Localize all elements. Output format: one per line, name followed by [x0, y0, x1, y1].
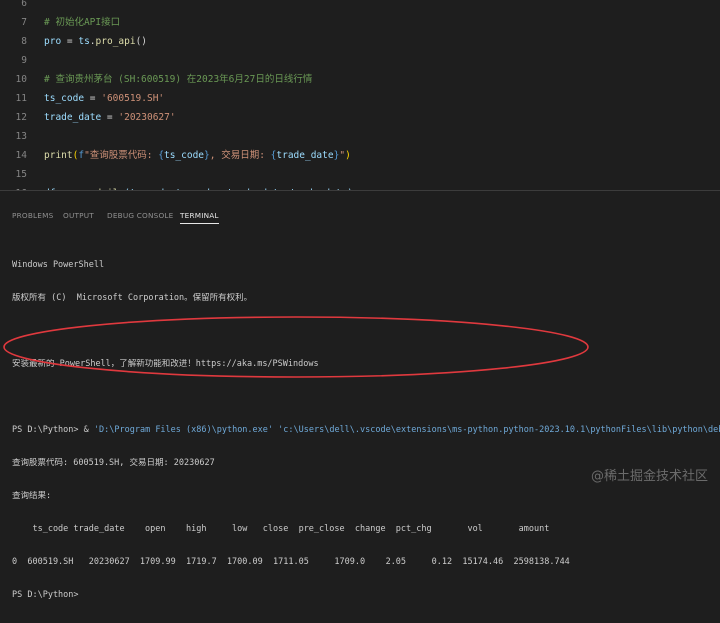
code-token: ts [78, 36, 90, 47]
command-operator: & [83, 425, 94, 435]
code-line[interactable]: 8 pro = ts.pro_api() [0, 32, 720, 51]
code-line[interactable]: 15 [0, 165, 720, 184]
code-line[interactable]: 14 print(f"查询股票代码: {ts_code}, 交易日期: {trad… [0, 146, 720, 165]
code-token: # 查询贵州茅台 (SH:600519) 在2023年6月27日的日线行情 [44, 74, 313, 85]
code-token: pro_api [95, 36, 136, 47]
code-token: trade_date [44, 112, 102, 123]
line-number: 11 [15, 93, 27, 104]
result-table-row: 0 600519.SH 20230627 1709.99 1719.7 1700… [12, 557, 570, 567]
code-line[interactable]: 13 [0, 127, 720, 146]
line-number: 14 [15, 150, 27, 161]
terminal-install-line: 安装最新的 PowerShell，了解新功能和改进！https://aka.ms… [12, 359, 319, 369]
tab-output[interactable]: OUTPUT [63, 211, 94, 220]
code-line[interactable]: 10 # 查询贵州茅台 (SH:600519) 在2023年6月27日的日线行情 [0, 70, 720, 89]
line-number: 6 [21, 0, 27, 9]
tab-debug-console[interactable]: DEBUG CONSOLE [107, 211, 174, 220]
code-token: '600519.SH' [101, 93, 165, 104]
terminal-command-line: PS D:\Python> & 'D:\Program Files (x86)\… [12, 425, 720, 436]
code-editor[interactable]: 6 7 # 初始化API接口 8 pro = ts.pro_api() 9 10 # 查询贵州… [0, 0, 720, 190]
code-token: ts_code [163, 150, 205, 161]
code-token: () [135, 36, 148, 47]
code-line[interactable]: 12 trade_date = '20230627' [0, 108, 720, 127]
line-number: 15 [15, 169, 27, 180]
code-token: "查询股票代码: [84, 150, 159, 161]
terminal-prompt: PS D:\Python> [12, 590, 79, 600]
code-token: print [44, 150, 73, 161]
code-token: pro [44, 36, 62, 47]
line-number: 12 [15, 112, 27, 123]
line-number: 9 [21, 55, 27, 66]
tab-problems[interactable]: PROBLEMS [12, 211, 53, 220]
line-number: 7 [21, 17, 27, 28]
code-line[interactable]: 6 [0, 0, 720, 13]
code-token: ts_code [44, 93, 85, 104]
line-number: 10 [15, 74, 27, 85]
line-number: 13 [15, 131, 27, 142]
code-line[interactable]: 7 # 初始化API接口 [0, 13, 720, 32]
code-content: trade_date = '20230627' [44, 108, 176, 127]
bottom-panel: PROBLEMS OUTPUT DEBUG CONSOLE TERMINAL W… [0, 191, 720, 600]
code-token: = [101, 112, 119, 123]
line-number: 8 [21, 36, 27, 47]
code-token: trade_date [276, 150, 334, 161]
code-token: = [84, 93, 102, 104]
code-content: pro = ts.pro_api() [44, 32, 147, 51]
command-argument: 'c:\Users\dell\.vscode\extensions\ms-pyt… [278, 425, 720, 435]
result-table-header: ts_code trade_date open high low close p… [12, 524, 550, 534]
code-content: # 初始化API接口 [44, 13, 120, 32]
tab-terminal[interactable]: TERMINAL [180, 211, 219, 224]
terminal-output[interactable]: Windows PowerShell 版权所有 (C) Microsoft Co… [12, 238, 720, 623]
code-token: # 初始化API接口 [44, 17, 121, 28]
watermark: @稀土掘金技术社区 [590, 469, 708, 484]
code-content: # 查询贵州茅台 (SH:600519) 在2023年6月27日的日线行情 [44, 70, 312, 89]
terminal-header-line: Windows PowerShell [12, 260, 105, 270]
code-token: = [61, 36, 79, 47]
code-token: ) [345, 150, 351, 161]
code-content: print(f"查询股票代码: {ts_code}, 交易日期: {trade_… [44, 146, 351, 165]
code-token: '20230627' [118, 112, 176, 123]
command-executable: 'D:\Program Files (x86)\python.exe' [93, 425, 274, 435]
code-content: ts_code = '600519.SH' [44, 89, 164, 108]
terminal-copyright-line: 版权所有 (C) Microsoft Corporation。保留所有权利。 [12, 293, 253, 303]
code-line[interactable]: 11 ts_code = '600519.SH' [0, 89, 720, 108]
code-token: , 交易日期: [209, 150, 271, 161]
terminal-prompt: PS D:\Python> [12, 425, 84, 435]
terminal-output-line: 查询结果: [12, 491, 52, 501]
code-line[interactable]: 9 [0, 51, 720, 70]
